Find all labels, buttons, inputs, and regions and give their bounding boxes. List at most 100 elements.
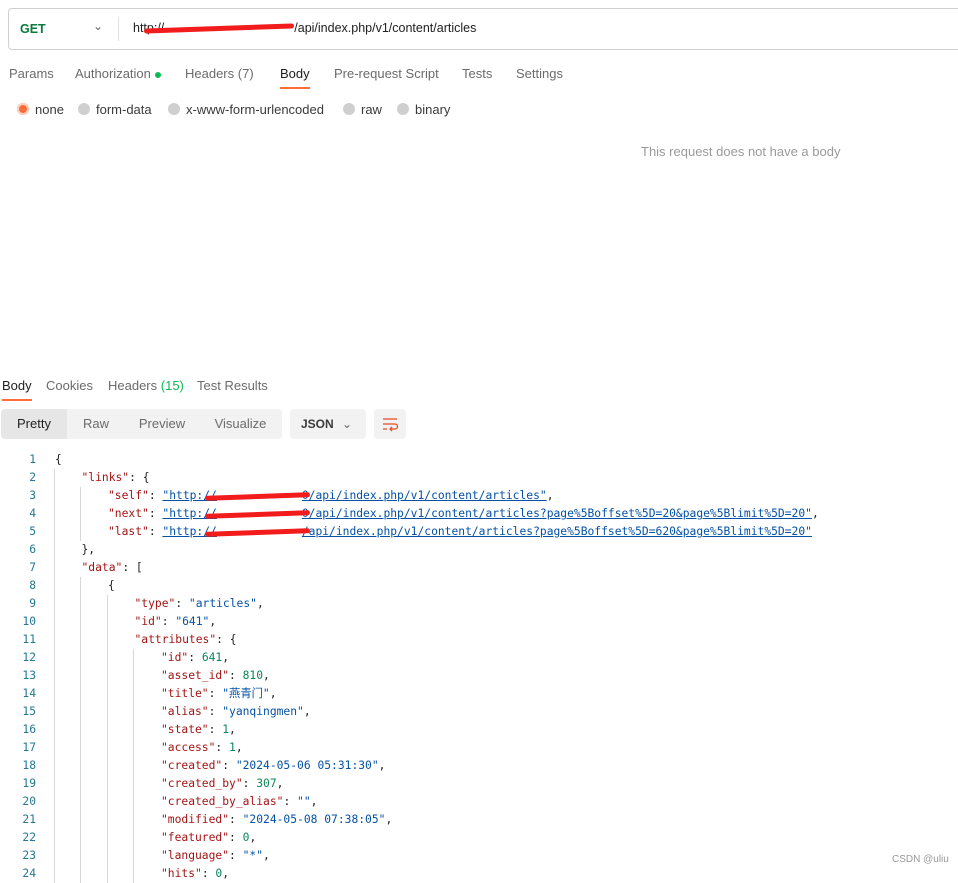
json-punctuation: ,: [256, 597, 264, 610]
chevron-down-icon: ⌄: [342, 417, 353, 431]
view-raw-button[interactable]: Raw: [67, 409, 125, 439]
json-key: "links": [81, 471, 130, 484]
indent-guide: [80, 649, 81, 667]
response-tab-body[interactable]: Body: [2, 378, 32, 401]
format-dropdown[interactable]: JSON ⌄: [290, 409, 366, 439]
json-key: "created_by_alias": [161, 795, 284, 808]
redaction-mark: [204, 509, 310, 519]
indent-guide: [107, 811, 108, 829]
json-punctuation: },: [81, 543, 96, 556]
view-visualize-button[interactable]: Visualize: [199, 409, 282, 439]
indent-guide: [133, 775, 134, 793]
json-key: "self": [108, 489, 149, 502]
tab-authorization[interactable]: Authorization: [75, 66, 161, 81]
indent-guide: [133, 703, 134, 721]
line-number: 17: [22, 741, 36, 754]
code-line: "created": "2024-05-06 05:31:30",: [161, 757, 385, 775]
indent-guide: [80, 829, 81, 847]
indent-guide: [54, 775, 55, 793]
indent-guide: [54, 703, 55, 721]
view-mode-segmented-control: Pretty Raw Preview Visualize: [1, 409, 282, 439]
response-tab-test-results[interactable]: Test Results: [197, 378, 268, 393]
json-punctuation: :: [148, 507, 163, 520]
json-key: "created_by": [161, 777, 243, 790]
indent-guide: [80, 667, 81, 685]
method-select[interactable]: GET: [20, 22, 46, 36]
indent-guide: [133, 865, 134, 883]
response-tab-headers[interactable]: Headers (15): [108, 378, 184, 393]
json-punctuation: ,: [811, 507, 819, 520]
indent-guide: [80, 613, 81, 631]
indent-guide: [107, 649, 108, 667]
tab-pre-request-script[interactable]: Pre-request Script: [334, 66, 439, 81]
indent-guide: [54, 649, 55, 667]
json-key: "data": [81, 561, 123, 574]
indent-guide: [54, 505, 55, 523]
indent-guide: [107, 703, 108, 721]
wrap-lines-button[interactable]: [374, 409, 406, 439]
code-line: "access": 1,: [161, 739, 243, 757]
indent-guide: [80, 739, 81, 757]
json-number: 1: [222, 723, 230, 736]
indent-guide: [107, 847, 108, 865]
indent-guide: [54, 847, 55, 865]
radio-binary[interactable]: binary: [397, 102, 450, 117]
line-number: 11: [22, 633, 36, 646]
indent-guide: [54, 757, 55, 775]
json-url-link[interactable]: 0/api/index.php/v1/content/articles": [302, 489, 547, 502]
tab-params[interactable]: Params: [9, 66, 54, 81]
line-number: 13: [22, 669, 36, 682]
radio-raw[interactable]: raw: [343, 102, 382, 117]
json-punctuation: :: [222, 759, 236, 772]
line-number: 10: [22, 615, 36, 628]
code-line: "next": "http://0/api/index.php/v1/conte…: [108, 505, 819, 523]
json-punctuation: :: [229, 849, 243, 862]
code-line: "language": "*",: [161, 847, 270, 865]
json-key: "type": [134, 597, 176, 610]
view-pretty-button[interactable]: Pretty: [1, 409, 67, 439]
code-line: "id": 641,: [161, 649, 229, 667]
line-number: 6: [29, 543, 36, 556]
json-punctuation: ,: [303, 705, 311, 718]
json-punctuation: :: [229, 669, 243, 682]
view-preview-button[interactable]: Preview: [125, 409, 199, 439]
indent-guide: [107, 721, 108, 739]
tab-settings[interactable]: Settings: [516, 66, 563, 81]
json-key: "state": [161, 723, 209, 736]
line-number: 21: [22, 813, 36, 826]
chevron-down-icon[interactable]: ⌄: [93, 19, 103, 33]
radio-form-data[interactable]: form-data: [78, 102, 152, 117]
json-key: "modified": [161, 813, 230, 826]
watermark: CSDN @uliu: [892, 854, 949, 865]
code-line: "state": 1,: [161, 721, 236, 739]
tab-body[interactable]: Body: [280, 66, 310, 89]
json-string: "yanqingmen": [222, 705, 304, 718]
tab-headers[interactable]: Headers (7): [185, 66, 254, 81]
radio-x-www-form-urlencoded[interactable]: x-www-form-urlencoded: [168, 102, 324, 117]
line-number: 24: [22, 867, 36, 880]
json-punctuation: :: [215, 741, 230, 754]
json-url-link[interactable]: /api/index.php/v1/content/articles?page%…: [302, 525, 812, 538]
indent-guide: [54, 559, 55, 577]
indent-guide: [80, 847, 81, 865]
code-line: "modified": "2024-05-08 07:38:05",: [161, 811, 392, 829]
json-punctuation: ,: [385, 813, 393, 826]
indent-guide: [54, 613, 55, 631]
indent-guide: [133, 685, 134, 703]
indent-guide: [54, 739, 55, 757]
redaction-mark: [144, 23, 295, 34]
redaction-mark: [204, 491, 310, 501]
json-punctuation: ,: [310, 795, 318, 808]
line-number: 4: [29, 507, 36, 520]
line-number: 14: [22, 687, 36, 700]
indent-guide: [80, 487, 81, 505]
url-input[interactable]: http:///api/index.php/v1/content/article…: [133, 21, 476, 35]
indent-guide: [107, 613, 108, 631]
code-line: "title": "燕青门",: [161, 685, 277, 703]
tab-tests[interactable]: Tests: [462, 66, 492, 81]
response-tab-cookies[interactable]: Cookies: [46, 378, 93, 393]
json-url-link[interactable]: 0/api/index.php/v1/content/articles?page…: [302, 507, 812, 520]
radio-none[interactable]: none: [17, 102, 64, 117]
json-string: "641": [175, 615, 210, 628]
json-punctuation: ,: [269, 687, 277, 700]
